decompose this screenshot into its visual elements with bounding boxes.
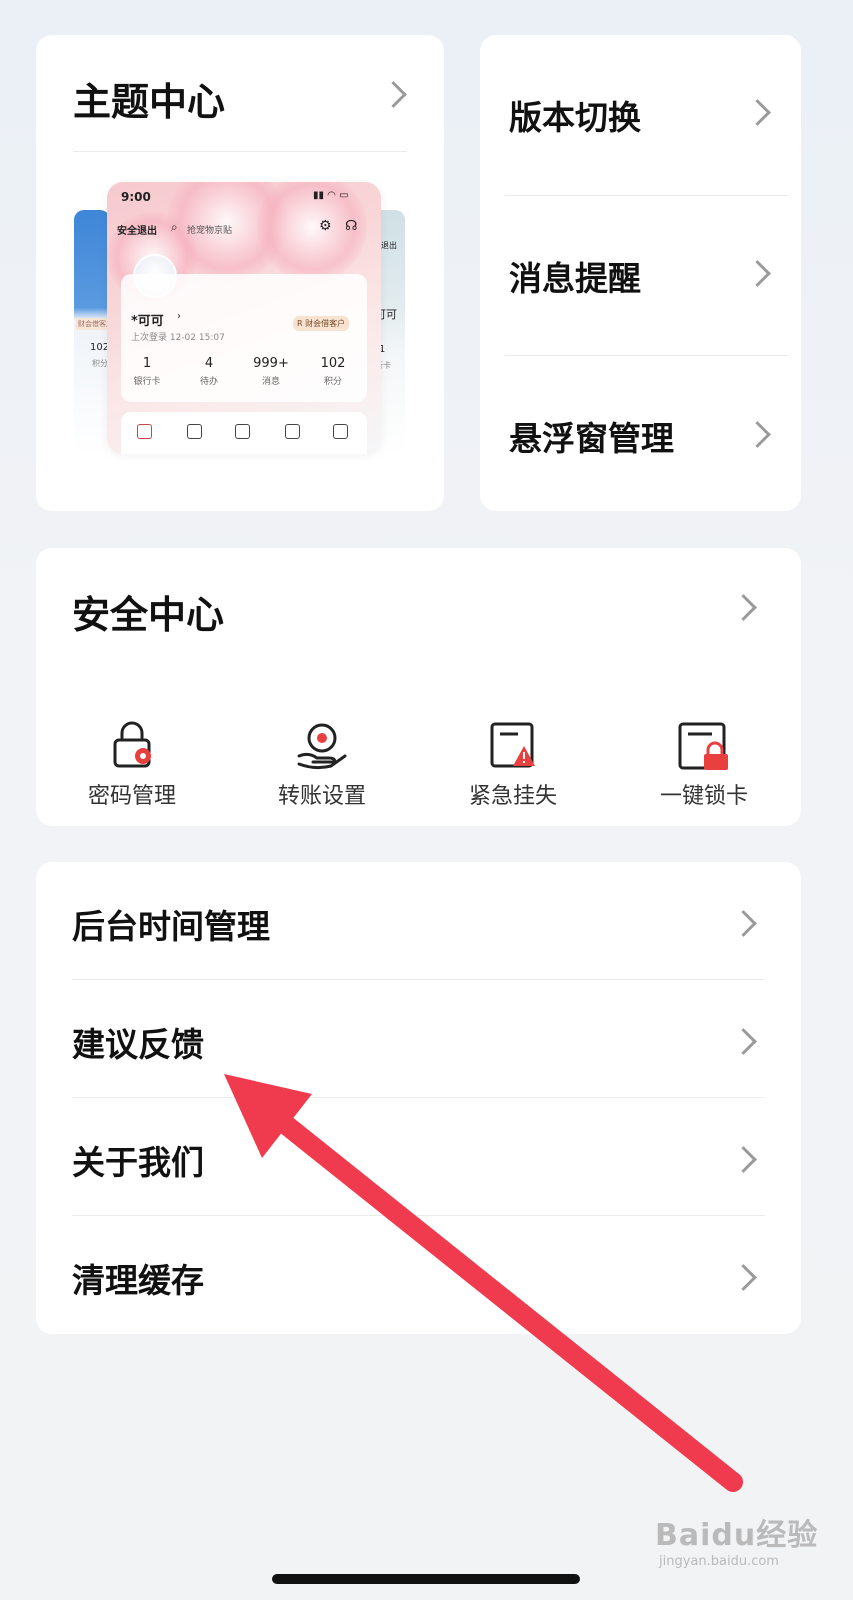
nav-icon (187, 424, 202, 439)
stat-value: 4 (204, 356, 214, 371)
security-item-transfer[interactable]: 转账设置 (252, 720, 392, 809)
stat-label: 消息 (261, 377, 280, 387)
username: *可可 (131, 314, 164, 329)
divider (72, 1215, 765, 1216)
chevron-right-icon (744, 421, 771, 448)
divider (505, 355, 789, 356)
chevron-right-icon (730, 1264, 757, 1291)
watermark-url: jingyan.baidu.com (659, 1554, 779, 1569)
chevron-right-icon (744, 99, 771, 126)
chevron-right-icon (380, 81, 407, 108)
settings-about-us[interactable]: 关于我们 (72, 1136, 204, 1184)
menu-floating-window[interactable]: 悬浮窗管理 (509, 412, 674, 460)
security-item-label: 转账设置 (277, 784, 366, 809)
menu-message-reminder[interactable]: 消息提醒 (509, 252, 641, 300)
nav-icon (333, 424, 348, 439)
nav-icon (137, 424, 152, 439)
chevron-right-icon[interactable] (730, 594, 757, 621)
headset-icon: ☊ (345, 218, 358, 234)
status-icons: ▮▮ ◠ ▭ (313, 190, 349, 201)
divider (72, 1097, 765, 1098)
member-badge: R 财会借客户 (293, 316, 350, 331)
chevron-right-icon (730, 910, 757, 937)
stat-value: 102 (320, 356, 346, 371)
settings-icon: ⚙ (319, 218, 332, 234)
side-badge: 财会借客户 (76, 318, 110, 330)
status-time: 9:00 (121, 190, 151, 204)
watermark-brand: Baidu经验 (655, 1518, 819, 1553)
settings-feedback[interactable]: 建议反馈 (72, 1018, 204, 1066)
chevron-right-icon (744, 260, 771, 287)
last-login: 上次登录 12-02 15:07 (131, 333, 225, 343)
stat-value: 1 (142, 356, 152, 371)
theme-preview-main[interactable]: 9:00 ▮▮ ◠ ▭ 安全退出 ⌕ 抢宠物京贴 ⚙ ☊ *可可 › 上次登录 … (107, 182, 381, 454)
menu-version-switch[interactable]: 版本切换 (509, 91, 641, 139)
theme-center-title: 主题中心 (73, 80, 226, 124)
home-indicator[interactable] (272, 1574, 580, 1584)
search-placeholder: 抢宠物京贴 (187, 226, 233, 236)
security-item-label: 一键锁卡 (659, 784, 748, 809)
account-summary: *可可 › 上次登录 12-02 15:07 R 财会借客户 1 银行卡 4 待… (121, 274, 367, 402)
security-item-label: 紧急挂失 (468, 784, 557, 809)
stat-label: 银行卡 (133, 377, 161, 387)
divider (505, 195, 789, 196)
lock-icon (113, 721, 151, 768)
settings-background-time[interactable]: 后台时间管理 (72, 900, 270, 948)
watermark: Baidu经验 jingyan.baidu.com (655, 1510, 818, 1569)
chevron-right-icon (730, 1028, 757, 1055)
security-center-title[interactable]: 安全中心 (72, 584, 224, 639)
divider (73, 151, 407, 152)
stat-label: 积分 (323, 377, 342, 387)
stat-label: 待办 (199, 377, 218, 387)
card-warning-icon (490, 722, 535, 768)
nav-icon (285, 424, 300, 439)
nav-icon (235, 424, 250, 439)
security-item-lock-card[interactable]: 一键锁卡 (634, 720, 774, 809)
quick-nav (121, 412, 367, 454)
settings-clear-cache[interactable]: 清理缓存 (72, 1254, 204, 1302)
logout-link: 安全退出 (117, 226, 157, 237)
settings-list-card: 后台时间管理 建议反馈 关于我们 清理缓存 (36, 862, 801, 1334)
search-icon: ⌕ (171, 220, 178, 234)
right-menu-card: 版本切换 消息提醒 悬浮窗管理 (480, 35, 801, 511)
stat-value: 999+ (253, 356, 289, 371)
security-item-label: 密码管理 (87, 784, 176, 809)
theme-preview-left[interactable]: 财会借客户 102 积分 (74, 210, 110, 454)
chevron-right-icon: › (177, 311, 181, 322)
side-label: 积分 (92, 359, 108, 368)
security-item-password[interactable]: 密码管理 (62, 720, 202, 809)
divider (72, 979, 765, 980)
security-item-report-loss[interactable]: 紧急挂失 (443, 720, 583, 809)
chevron-right-icon (730, 1146, 757, 1173)
card-lock-icon (678, 722, 728, 770)
hand-coin-icon (297, 723, 347, 770)
